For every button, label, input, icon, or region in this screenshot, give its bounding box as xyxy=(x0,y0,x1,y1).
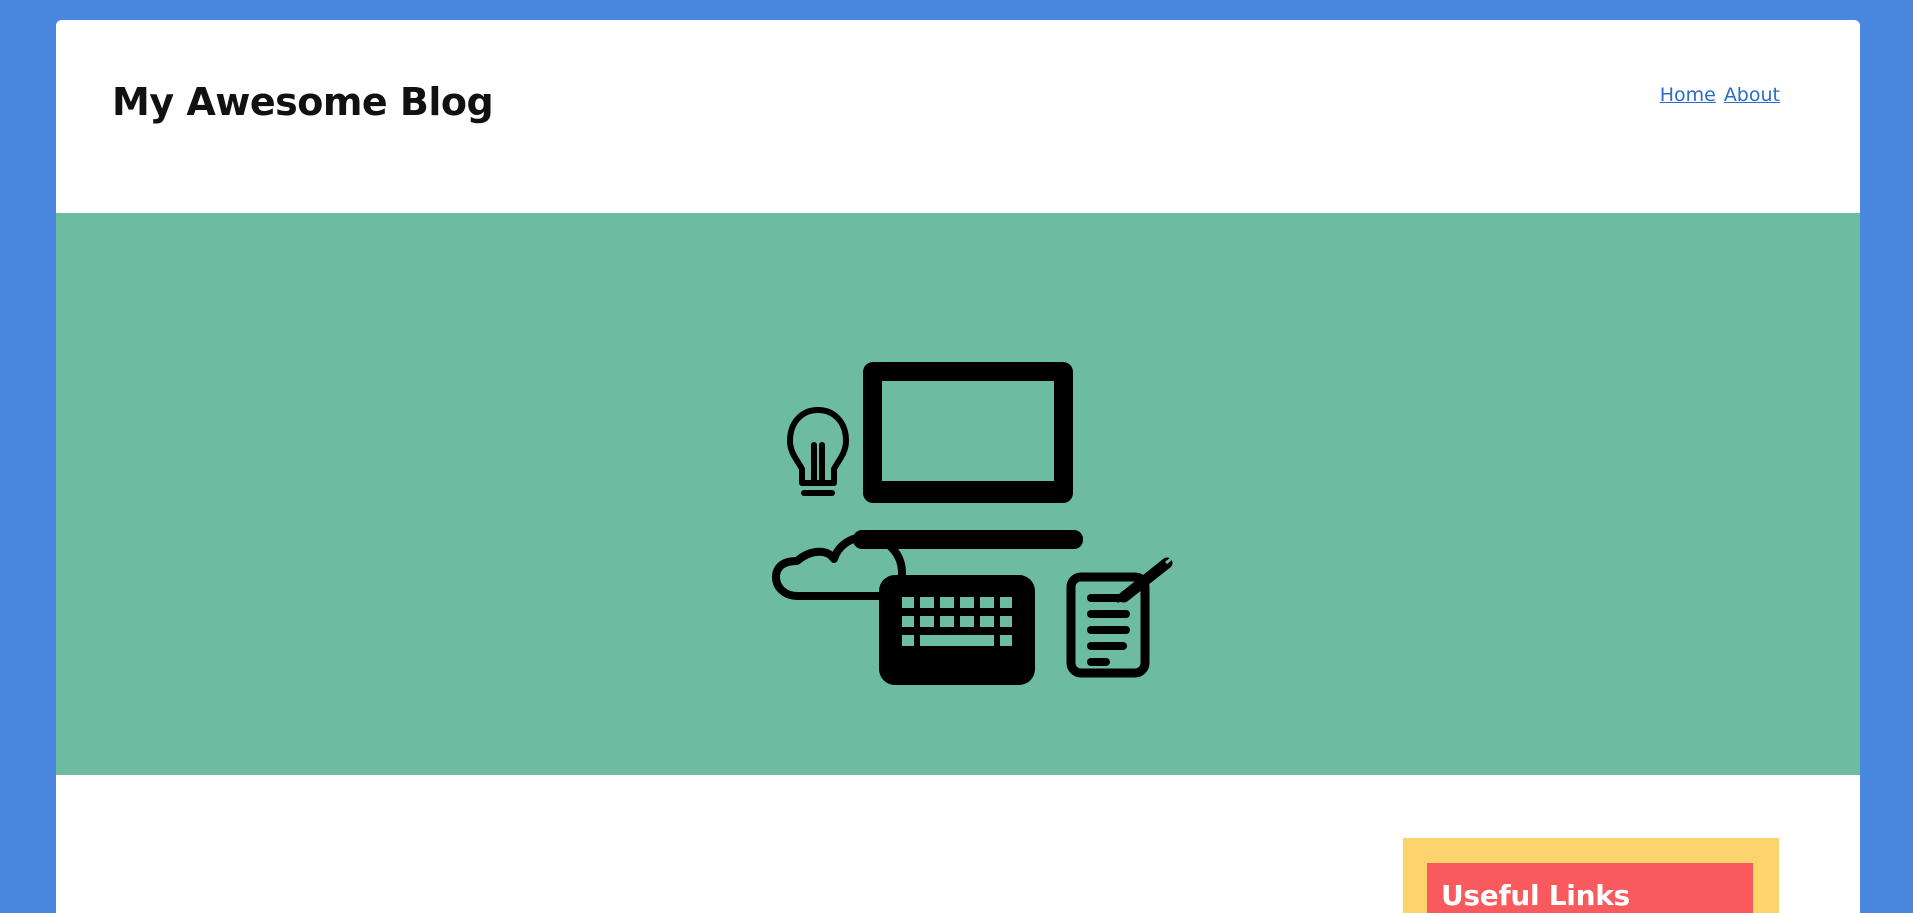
notepad-pencil-icon xyxy=(1066,556,1173,678)
lightbulb-icon xyxy=(787,407,849,496)
hero-illustration xyxy=(772,362,1173,685)
nav-link-about[interactable]: About xyxy=(1724,84,1780,106)
main-nav: Home About xyxy=(1660,84,1780,106)
laptop-icon xyxy=(853,362,1083,549)
widget-title: Useful Links xyxy=(1441,879,1630,912)
hero-banner xyxy=(56,213,1860,775)
site-header: My Awesome Blog Home About xyxy=(56,20,1860,213)
site-title[interactable]: My Awesome Blog xyxy=(112,81,494,124)
keyboard-icon xyxy=(879,575,1035,685)
page-container: My Awesome Blog Home About Useful Links xyxy=(56,20,1860,913)
nav-link-home[interactable]: Home xyxy=(1660,84,1716,106)
sidebar-widget: Useful Links xyxy=(1403,838,1779,913)
widget-title-box: Useful Links xyxy=(1427,863,1753,913)
